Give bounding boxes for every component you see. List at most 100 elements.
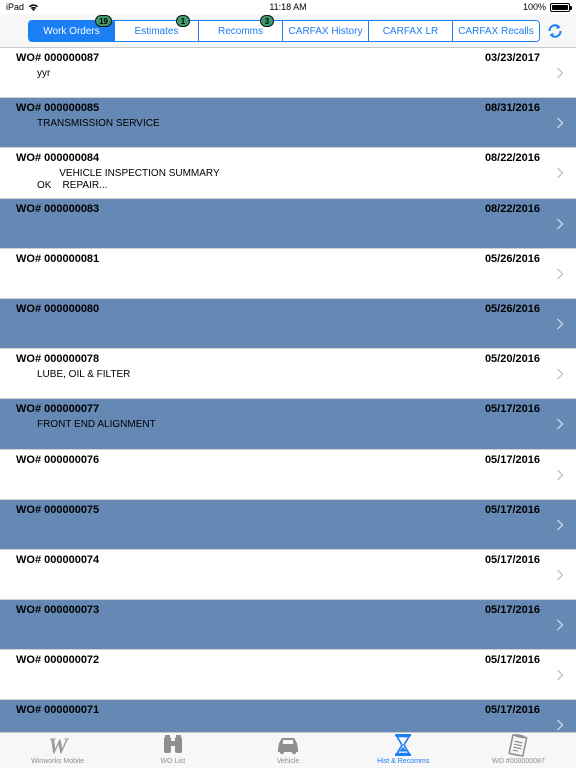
wo-date: 05/17/2016: [484, 704, 540, 717]
wo-number: WO# 000000081: [16, 252, 100, 265]
clock: 11:18 AM: [269, 2, 307, 12]
wo-number: WO# 000000083: [16, 202, 100, 215]
segment-label: Estimates: [134, 25, 179, 37]
chevron-right-icon: [557, 368, 564, 380]
table-row[interactable]: WO# 000000077 05/17/2016 FRONT END ALIGNME…: [0, 399, 576, 450]
tab-wo-list[interactable]: WO List: [115, 733, 230, 768]
count-badge: 3: [260, 15, 274, 27]
tab-carfax-lr[interactable]: CARFAX LR: [369, 21, 453, 41]
wo-date: 03/23/2017: [484, 52, 540, 64]
table-row[interactable]: WO# 000000084 08/22/2016 VEHICLE INSPECTI…: [0, 148, 576, 199]
wo-number: WO# 000000075: [16, 503, 100, 516]
work-order-list: WO# 000000087 03/23/2017 yyr WO# 000000085 0…: [0, 48, 576, 732]
chevron-right-icon: [557, 619, 564, 631]
wo-date: 08/22/2016: [484, 152, 540, 165]
wo-number: WO# 000000074: [16, 553, 100, 566]
tab-carfax-history[interactable]: CARFAX History: [283, 21, 369, 41]
chevron-right-icon: [557, 167, 564, 179]
chevron-right-icon: [557, 218, 564, 230]
wo-date: 05/17/2016: [484, 503, 540, 516]
table-row[interactable]: WO# 000000076 05/17/2016: [0, 450, 576, 500]
segment-toolbar: Work Orders 19 Estimates 1 Recomms 3 CARFAX Hi…: [0, 14, 576, 48]
tab-estimates[interactable]: Estimates 1: [115, 15, 199, 41]
wo-number: WO# 000000085: [16, 102, 100, 115]
chevron-right-icon: [557, 469, 564, 480]
tab-vehicle[interactable]: Vehicle: [230, 733, 345, 768]
wo-number: WO# 000000071: [16, 704, 100, 717]
tab-hist-recomms[interactable]: Hist & Recomms: [346, 733, 461, 768]
tab-carfax-recalls[interactable]: CARFAX Recalls: [453, 21, 539, 41]
winworks-logo-icon: W: [48, 733, 69, 757]
wo-date: 05/17/2016: [484, 553, 540, 566]
segment-label: Recomms: [217, 25, 263, 37]
wo-number: WO# 000000072: [16, 654, 100, 667]
table-row[interactable]: WO# 000000071 05/17/2016: [0, 700, 576, 732]
binoculars-icon: [163, 735, 182, 753]
car-icon: [278, 738, 298, 755]
chevron-right-icon: [557, 67, 564, 79]
chevron-right-icon: [557, 719, 564, 731]
table-row[interactable]: WO# 000000078 05/20/2016 LUBE, OIL & FILTE…: [0, 349, 576, 400]
wo-description: LUBE, OIL & FILTER: [37, 369, 131, 381]
table-row[interactable]: WO# 000000081 05/26/2016: [0, 249, 576, 299]
wo-date: 05/17/2016: [484, 604, 540, 617]
table-row[interactable]: WO# 000000080 05/26/2016: [0, 298, 576, 350]
wo-number: WO# 000000084: [16, 152, 100, 165]
segment-label: CARFAX Recalls: [458, 25, 534, 37]
chevron-right-icon: [557, 418, 564, 430]
wo-number: WO# 000000077: [16, 403, 100, 416]
table-row[interactable]: WO# 000000074 05/17/2016: [0, 550, 576, 601]
carrier-label: iPad: [6, 2, 25, 12]
wo-description: yyr: [37, 68, 51, 79]
battery-percent: 100%: [522, 2, 546, 12]
table-row[interactable]: WO# 000000083 08/22/2016: [0, 198, 576, 249]
segment-label: CARFAX LR: [382, 25, 439, 37]
status-bar: iPad 11:18 AM 100%: [0, 0, 576, 14]
wo-date: 05/26/2016: [484, 302, 540, 315]
chevron-right-icon: [557, 569, 564, 581]
tab-label: Vehicle: [276, 758, 300, 765]
table-row[interactable]: WO# 000000087 03/23/2017 yyr: [0, 48, 576, 99]
chevron-right-icon: [557, 318, 564, 330]
tab-label: Hist & Recomms: [377, 758, 430, 765]
wo-number: WO# 000000073: [16, 604, 100, 617]
refresh-icon[interactable]: [546, 22, 564, 40]
tab-label: Winworks Mobile: [31, 758, 85, 765]
wo-number: WO# 000000087: [16, 52, 100, 64]
tab-recomms[interactable]: Recomms 3: [199, 15, 283, 41]
chevron-right-icon: [557, 117, 564, 129]
table-row[interactable]: WO# 000000075 05/17/2016: [0, 499, 576, 550]
svg-text:W: W: [48, 733, 69, 757]
battery-icon: [550, 2, 572, 12]
table-row[interactable]: WO# 000000073 05/17/2016: [0, 600, 576, 651]
chevron-right-icon: [557, 519, 564, 531]
table-row[interactable]: WO# 000000072 05/17/2016: [0, 650, 576, 701]
wo-date: 05/17/2016: [484, 654, 540, 667]
wo-date: 05/26/2016: [484, 252, 540, 265]
tab-winworks-mobile[interactable]: W Winworks Mobile: [0, 733, 115, 768]
clipboard-icon: [508, 733, 528, 757]
segment-label: CARFAX History: [288, 25, 363, 37]
wo-date: 05/17/2016: [484, 403, 540, 416]
tab-wo-000000087[interactable]: WO #000000087: [461, 733, 576, 768]
chevron-right-icon: [557, 268, 564, 280]
wo-description: VEHICLE INSPECTION SUMMARY OK REPAIR...: [37, 168, 220, 192]
wo-date: 08/22/2016: [484, 202, 540, 215]
wo-description: FRONT END ALIGNMENT: [37, 419, 156, 431]
segmented-control: Work Orders 19 Estimates 1 Recomms 3 CARFAX Hi…: [28, 15, 540, 42]
wifi-icon: [29, 4, 39, 11]
table-row[interactable]: WO# 000000085 08/31/2016 TRANSMISSION SERV…: [0, 98, 576, 149]
segment-label: Work Orders: [43, 25, 100, 37]
chevron-right-icon: [557, 669, 564, 681]
tab-work-orders[interactable]: Work Orders 19: [29, 15, 115, 41]
count-badge: 1: [176, 15, 190, 27]
tab-bar: W Winworks Mobile WO List Vehicle Hist & Rec…: [0, 732, 576, 768]
tab-label: WO List: [160, 758, 186, 765]
hourglass-icon: [395, 734, 412, 756]
wo-date: 05/17/2016: [484, 453, 540, 466]
wo-date: 08/31/2016: [484, 102, 540, 115]
wo-number: WO# 000000078: [16, 353, 100, 366]
wo-number: WO# 000000080: [16, 302, 100, 315]
wo-number: WO# 000000076: [16, 453, 100, 466]
count-badge: 19: [95, 15, 112, 27]
